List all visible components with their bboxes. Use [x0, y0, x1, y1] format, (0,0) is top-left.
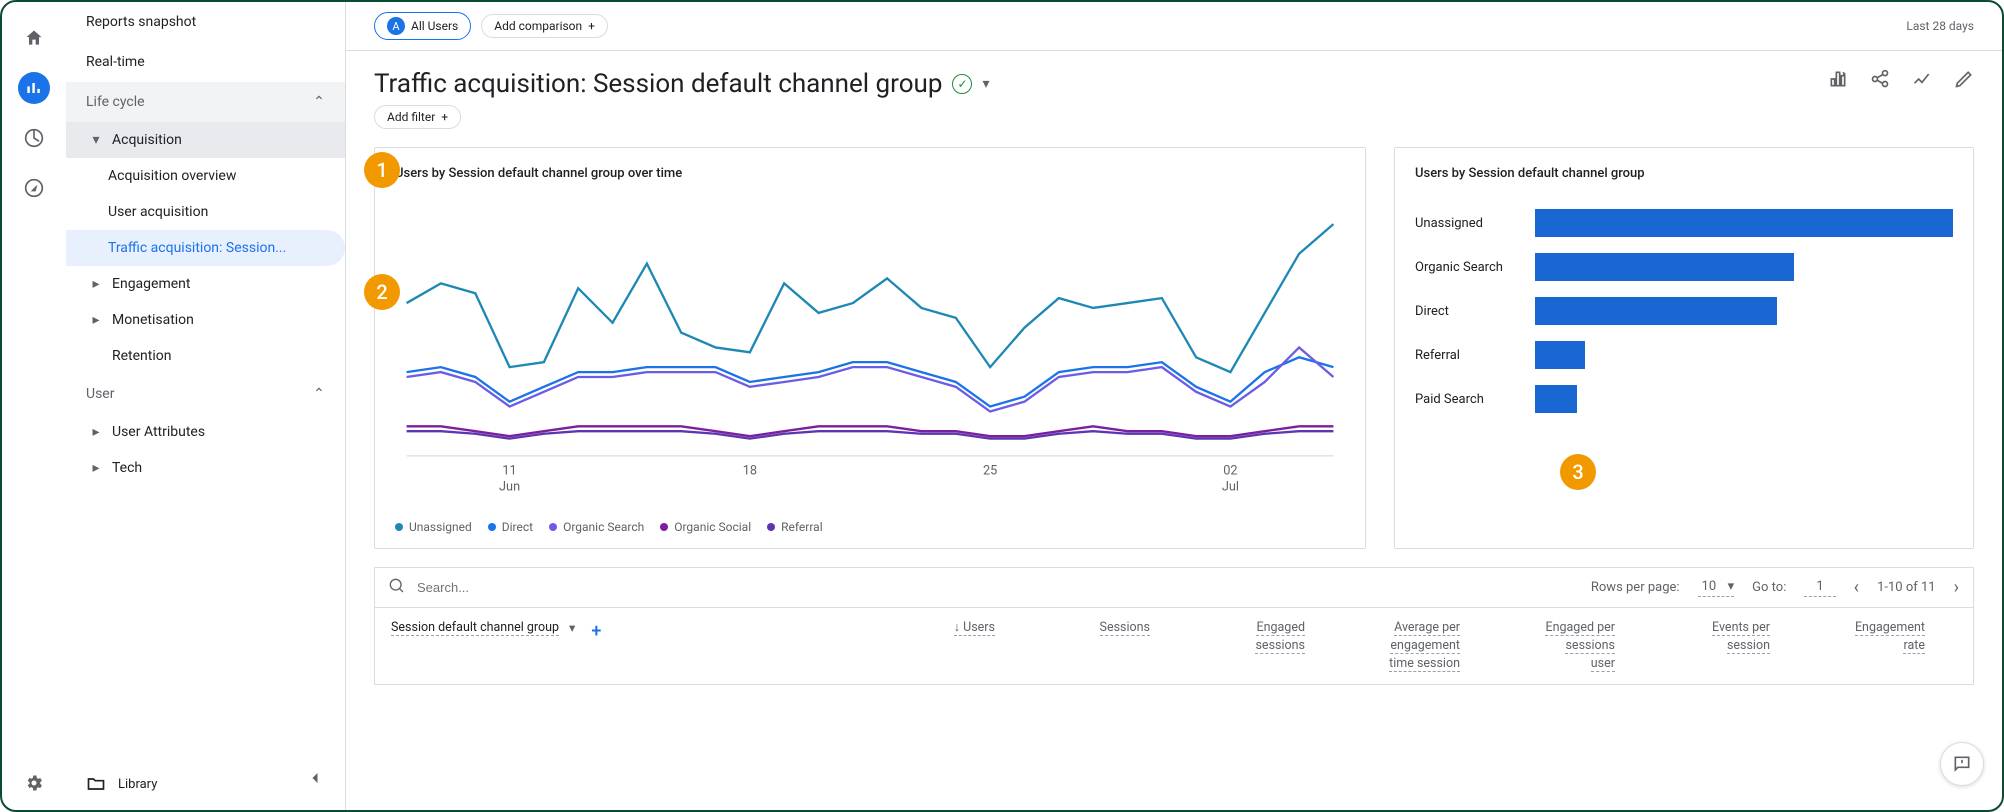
- settings-icon[interactable]: [18, 778, 50, 810]
- share-icon[interactable]: [1870, 69, 1890, 93]
- data-table: Rows per page: 10▾ Go to: 1 ‹ 1-10 of 11…: [374, 567, 1974, 685]
- chevron-right-icon: ▸: [90, 460, 102, 476]
- nav-realtime[interactable]: Real-time: [66, 42, 345, 82]
- svg-text:18: 18: [743, 463, 757, 478]
- legend-item[interactable]: Referral: [767, 520, 823, 534]
- chevron-down-icon: ▾: [1728, 579, 1735, 594]
- svg-text:Jul: Jul: [1222, 480, 1239, 495]
- svg-text:Jun: Jun: [499, 480, 520, 495]
- advertising-icon[interactable]: [18, 172, 50, 204]
- nav-reports-snapshot[interactable]: Reports snapshot: [66, 2, 345, 42]
- nav-engagement[interactable]: ▸Engagement: [66, 266, 345, 302]
- customize-icon[interactable]: [1828, 69, 1848, 93]
- line-chart-card: Users by Session default channel group o…: [374, 147, 1366, 549]
- add-dimension-button[interactable]: +: [585, 620, 607, 642]
- nav-section-user[interactable]: User ⌃: [66, 374, 345, 414]
- nav-library[interactable]: Library: [66, 758, 345, 810]
- chevron-right-icon: ▸: [90, 312, 102, 328]
- rows-per-page-label: Rows per page:: [1591, 580, 1680, 595]
- report-header: Traffic acquisition: Session default cha…: [346, 51, 2002, 105]
- line-chart-title: Users by Session default channel group o…: [395, 166, 1345, 181]
- collapse-sidebar-icon[interactable]: [305, 768, 325, 792]
- line-chart: 11 Jun 18 25 02 Jul: [395, 201, 1345, 502]
- goto-label: Go to:: [1752, 580, 1786, 595]
- line-chart-legend: Unassigned Direct Organic Search Organic So…: [395, 520, 1345, 534]
- chevron-up-icon: ⌃: [313, 386, 325, 402]
- legend-item[interactable]: Organic Search: [549, 520, 644, 534]
- plus-icon: +: [588, 19, 595, 33]
- callout-badge-3: 3: [1560, 454, 1596, 490]
- bar-row: Organic Search: [1415, 245, 1953, 289]
- nav-monetisation[interactable]: ▸Monetisation: [66, 302, 345, 338]
- main-content: A All Users Add comparison + Last 28 day…: [346, 2, 2002, 810]
- reports-icon[interactable]: [18, 72, 50, 104]
- nav-user-acquisition[interactable]: User acquisition: [66, 194, 345, 230]
- nav-retention[interactable]: Retention: [66, 338, 345, 374]
- nav-tech[interactable]: ▸Tech: [66, 450, 345, 486]
- folder-icon: [86, 774, 106, 794]
- nav-acquisition[interactable]: ▾ Acquisition: [66, 122, 345, 158]
- legend-item[interactable]: Organic Social: [660, 520, 751, 534]
- feedback-button[interactable]: [1940, 742, 1984, 786]
- add-filter-button[interactable]: Add filter +: [374, 105, 461, 129]
- callout-badge-2: 2: [364, 274, 400, 310]
- column-header[interactable]: Sessions: [1011, 608, 1166, 684]
- svg-text:11: 11: [502, 463, 516, 478]
- plus-icon: +: [441, 110, 448, 124]
- callout-badge-1: 1: [364, 152, 400, 188]
- chevron-right-icon: ▸: [90, 424, 102, 440]
- explore-icon[interactable]: [18, 122, 50, 154]
- chevron-down-icon[interactable]: ▾: [982, 76, 989, 92]
- bar-chart-title: Users by Session default channel group: [1415, 166, 1953, 181]
- bar-chart: UnassignedOrganic SearchDirectReferralPa…: [1415, 201, 1953, 421]
- sidebar: Reports snapshot Real-time Life cycle ⌃ …: [66, 2, 346, 810]
- nav-traffic-acquisition[interactable]: Traffic acquisition: Session...: [66, 230, 345, 266]
- bar-row: Unassigned: [1415, 201, 1953, 245]
- bar-row: Referral: [1415, 333, 1953, 377]
- goto-input[interactable]: 1: [1804, 579, 1835, 597]
- column-header[interactable]: Engaged persessionsuser: [1476, 608, 1631, 684]
- pager-prev-icon[interactable]: ‹: [1854, 577, 1859, 598]
- svg-text:25: 25: [983, 463, 997, 478]
- nav-acquisition-overview[interactable]: Acquisition overview: [66, 158, 345, 194]
- page-title: Traffic acquisition: Session default cha…: [374, 69, 990, 99]
- pager-next-icon[interactable]: ›: [1954, 577, 1959, 598]
- comparison-bar: A All Users Add comparison + Last 28 day…: [346, 2, 2002, 51]
- home-icon[interactable]: [18, 22, 50, 54]
- table-search-input[interactable]: [411, 576, 671, 599]
- chevron-up-icon: ⌃: [313, 94, 325, 110]
- svg-text:02: 02: [1223, 463, 1237, 478]
- dimension-picker[interactable]: Session default channel group▾+: [375, 608, 856, 684]
- insights-icon[interactable]: [1912, 69, 1932, 93]
- legend-item[interactable]: Unassigned: [395, 520, 472, 534]
- chevron-down-icon: ▾: [90, 132, 102, 148]
- search-icon: [389, 578, 405, 598]
- bar-row: Paid Search: [1415, 377, 1953, 421]
- add-comparison-button[interactable]: Add comparison +: [481, 14, 608, 38]
- column-header[interactable]: Average perengagementtime session: [1321, 608, 1476, 684]
- edit-icon[interactable]: [1954, 69, 1974, 93]
- bar-chart-card: Users by Session default channel group U…: [1394, 147, 1974, 549]
- column-header[interactable]: Engagedsessions: [1166, 608, 1321, 684]
- left-rail: [2, 2, 66, 810]
- status-ok-icon[interactable]: ✓: [952, 74, 972, 94]
- nav-user-attributes[interactable]: ▸User Attributes: [66, 414, 345, 450]
- segment-all-users[interactable]: A All Users: [374, 12, 471, 40]
- column-header[interactable]: Engagementrate: [1786, 608, 1941, 684]
- bar-row: Direct: [1415, 289, 1953, 333]
- chevron-right-icon: ▸: [90, 276, 102, 292]
- column-header[interactable]: ↓ Users: [856, 608, 1011, 684]
- rows-per-page-select[interactable]: 10▾: [1698, 579, 1735, 597]
- nav-section-lifecycle[interactable]: Life cycle ⌃: [66, 82, 345, 122]
- legend-item[interactable]: Direct: [488, 520, 533, 534]
- date-range[interactable]: Last 28 days: [1906, 19, 1974, 33]
- column-header[interactable]: Events persession: [1631, 608, 1786, 684]
- pager-range: 1-10 of 11: [1877, 580, 1936, 595]
